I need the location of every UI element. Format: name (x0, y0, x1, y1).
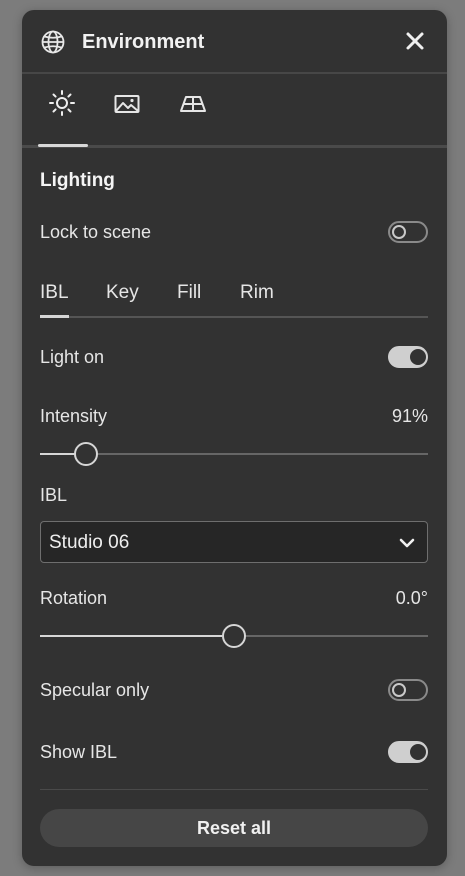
ibl-label: IBL (40, 485, 68, 505)
footer-divider (40, 789, 428, 790)
environment-panel: Environment Lighting Lock to scene IBL K… (22, 10, 447, 866)
subtab-fill[interactable]: Fill (177, 282, 201, 304)
intensity-label: Intensity (40, 406, 108, 426)
ibl-dropdown[interactable]: Studio 06 (40, 521, 428, 563)
section-title: Lighting (40, 170, 115, 191)
panel-title: Environment (82, 31, 205, 53)
subtabs-divider (40, 316, 428, 318)
rotation-slider-fill (40, 635, 222, 637)
ground-plane-icon[interactable] (178, 89, 208, 119)
toggle-knob (410, 349, 426, 365)
image-icon[interactable] (112, 89, 142, 119)
show-ibl-label: Show IBL (40, 742, 118, 762)
show-ibl-toggle[interactable] (388, 741, 428, 763)
specular-only-label: Specular only (40, 680, 150, 700)
rotation-label: Rotation (40, 588, 108, 608)
toggle-knob (410, 744, 426, 760)
toggle-knob (392, 225, 406, 239)
active-subtab-indicator (40, 315, 69, 318)
active-tab-indicator (38, 144, 88, 147)
close-button[interactable] (402, 28, 428, 54)
toggle-knob (392, 683, 406, 697)
chevron-down-icon (399, 538, 415, 548)
reset-all-button[interactable]: Reset all (40, 809, 428, 847)
ibl-dropdown-value: Studio 06 (49, 532, 130, 553)
intensity-slider-thumb[interactable] (74, 442, 98, 466)
header-divider (22, 72, 447, 74)
subtab-key[interactable]: Key (106, 282, 139, 304)
specular-only-toggle[interactable] (388, 679, 428, 701)
globe-icon (41, 30, 65, 54)
rotation-slider-thumb[interactable] (222, 624, 246, 648)
intensity-slider-fill (40, 453, 75, 455)
lock-to-scene-toggle[interactable] (388, 221, 428, 243)
light-on-toggle[interactable] (388, 346, 428, 368)
subtab-rim[interactable]: Rim (240, 282, 274, 304)
intensity-slider-track[interactable] (40, 453, 428, 455)
subtab-ibl[interactable]: IBL (40, 282, 69, 304)
light-on-label: Light on (40, 347, 105, 367)
intensity-value: 91% (391, 406, 428, 426)
rotation-value: 0.0° (395, 588, 428, 608)
lock-to-scene-label: Lock to scene (40, 222, 152, 242)
sun-icon[interactable] (47, 88, 77, 118)
